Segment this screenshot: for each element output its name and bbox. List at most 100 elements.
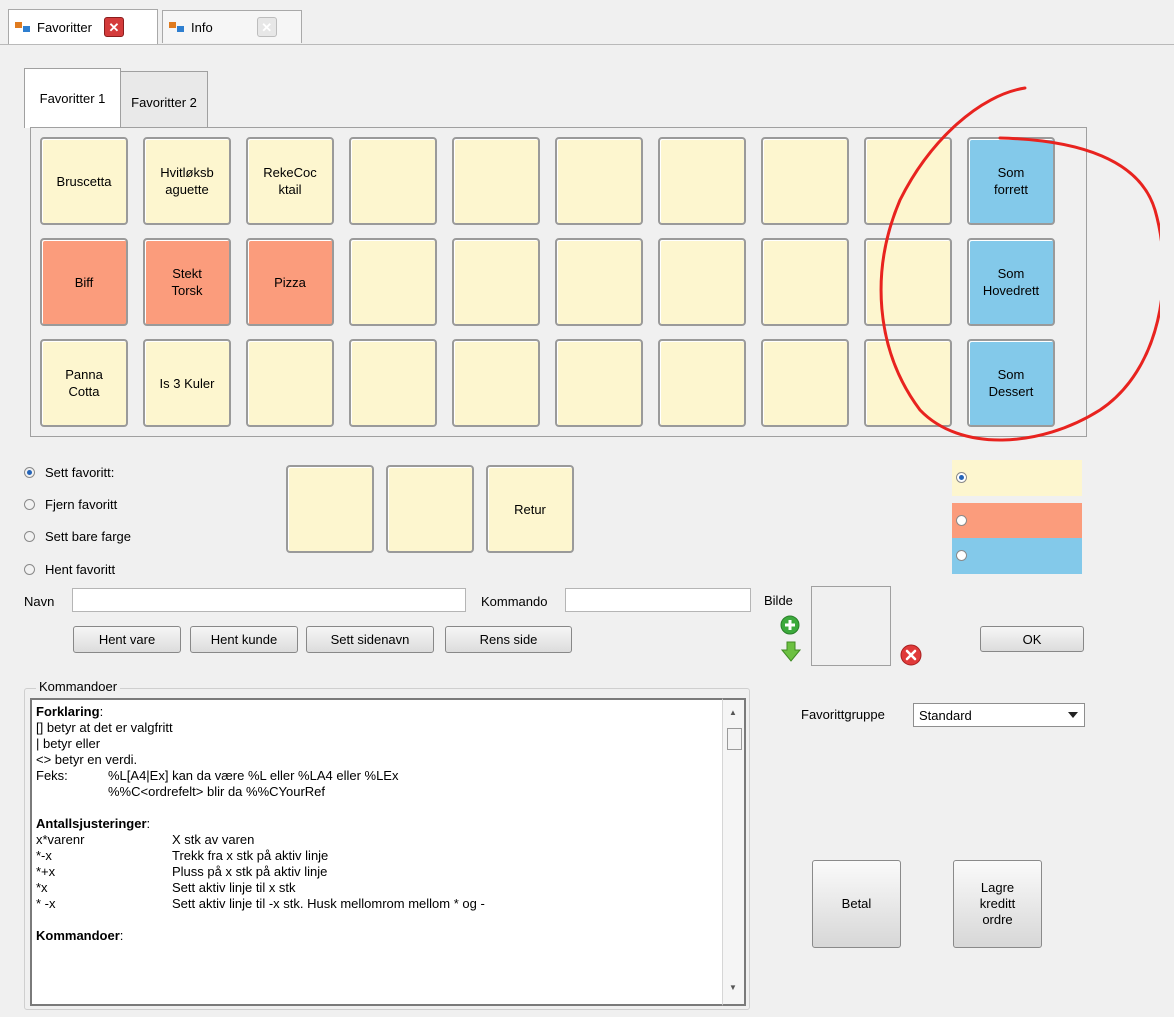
favorite-tile[interactable]: [761, 238, 849, 326]
adjustment-row: * -x Sett aktiv linje til -x stk. Husk me…: [36, 896, 485, 911]
help-line: | betyr eller: [36, 736, 101, 751]
sett-sidenavn-button[interactable]: Sett sidenavn: [306, 626, 434, 653]
color-option-salmon[interactable]: [952, 503, 1082, 539]
favorite-tile[interactable]: [555, 137, 643, 225]
tile-label: Stekt Torsk: [171, 266, 203, 298]
scroll-thumb[interactable]: [727, 728, 742, 750]
tab-favoritter-2[interactable]: Favoritter 2: [120, 71, 208, 127]
scroll-down-icon[interactable]: ▼: [729, 983, 737, 992]
favorite-tile[interactable]: Stekt Torsk: [143, 238, 231, 326]
adjustment-row: x*varenr X stk av varen: [36, 832, 255, 847]
radio-indicator[interactable]: [24, 467, 35, 478]
betal-button[interactable]: Betal: [812, 860, 901, 948]
favorite-tile[interactable]: [452, 238, 540, 326]
favorite-tile[interactable]: Biff: [40, 238, 128, 326]
command-label: Kommando: [481, 594, 548, 609]
favorite-tile[interactable]: [658, 137, 746, 225]
favorite-tile[interactable]: [658, 238, 746, 326]
heading-antallsjusteringer: Antallsjusteringer: [36, 816, 147, 831]
info-window-icon: [169, 20, 185, 34]
radio-indicator[interactable]: [956, 472, 967, 483]
color-option-blue[interactable]: [952, 538, 1082, 574]
radio-sett-favoritt[interactable]: Sett favoritt:: [24, 456, 131, 489]
remove-image-icon[interactable]: [900, 644, 922, 666]
doc-tab-label: Favoritter: [37, 19, 92, 35]
favorite-tile[interactable]: [761, 137, 849, 225]
mode-options: Sett favoritt: Fjern favoritt Sett bare …: [24, 456, 131, 586]
rens-side-button[interactable]: Rens side: [445, 626, 572, 653]
favorite-tile[interactable]: [555, 339, 643, 427]
image-label: Bilde: [764, 593, 793, 608]
preview-tile[interactable]: [286, 465, 374, 553]
favorite-tile[interactable]: [246, 339, 334, 427]
favorite-tile[interactable]: Pizza: [246, 238, 334, 326]
tile-label: Bruscetta: [56, 173, 112, 189]
favorite-tile[interactable]: [761, 339, 849, 427]
radio-indicator[interactable]: [956, 515, 967, 526]
favorite-tile[interactable]: [349, 137, 437, 225]
close-icon[interactable]: ✕: [103, 17, 124, 37]
help-line: <> betyr en verdi.: [36, 752, 138, 767]
radio-label: Sett bare farge: [45, 529, 131, 544]
name-label: Navn: [24, 594, 55, 609]
chevron-down-icon: [1068, 712, 1078, 718]
radio-indicator[interactable]: [24, 531, 35, 542]
example-row: Feks: %L[A4|Ex] kan da være %L eller %LA…: [36, 768, 742, 784]
favorite-tile[interactable]: [349, 238, 437, 326]
scroll-up-icon[interactable]: ▲: [729, 708, 737, 717]
download-arrow-icon[interactable]: [781, 641, 801, 663]
tab-label: Favoritter 1: [39, 91, 106, 106]
radio-sett-bare-farge[interactable]: Sett bare farge: [24, 520, 131, 553]
tab-label: Favoritter 2: [131, 95, 197, 110]
tile-label: Pizza: [274, 274, 306, 290]
heading-kommandoer: Kommandoer: [36, 928, 120, 943]
favorite-tile[interactable]: Panna Cotta: [40, 339, 128, 427]
preview-tile[interactable]: [386, 465, 474, 553]
tab-favoritter-1[interactable]: Favoritter 1: [24, 68, 121, 128]
ok-button[interactable]: OK: [980, 626, 1084, 652]
favorites-window-icon: [15, 20, 31, 34]
close-icon[interactable]: ✕: [256, 17, 277, 37]
color-option-yellow[interactable]: [952, 460, 1082, 496]
radio-indicator[interactable]: [24, 499, 35, 510]
favorite-tile[interactable]: [349, 339, 437, 427]
favorite-tile[interactable]: RekeCoc ktail: [246, 137, 334, 225]
example-text: %L[A4|Ex] kan da være %L eller %LA4 elle…: [108, 768, 399, 783]
radio-label: Sett favoritt:: [45, 465, 115, 480]
help-line: [] betyr at det er valgfritt: [36, 720, 173, 735]
doc-tab-label: Info: [191, 19, 213, 35]
tile-label: RekeCoc ktail: [263, 165, 317, 197]
tile-label: Hvitløksb aguette: [160, 165, 214, 197]
radio-hent-favoritt[interactable]: Hent favoritt: [24, 553, 131, 586]
radio-label: Fjern favoritt: [45, 497, 118, 512]
doc-tab-favoritter[interactable]: Favoritter ✕: [8, 9, 158, 44]
favorite-tile[interactable]: [658, 339, 746, 427]
retur-tile[interactable]: Retur: [486, 465, 574, 553]
example-text: %%C<ordrefelt> blir da %%CYourRef: [108, 784, 326, 799]
favorite-tile[interactable]: Hvitløksb aguette: [143, 137, 231, 225]
favorite-tile[interactable]: Bruscetta: [40, 137, 128, 225]
radio-indicator[interactable]: [24, 564, 35, 575]
favorite-tile[interactable]: Is 3 Kuler: [143, 339, 231, 427]
adjustment-row: *x Sett aktiv linje til x stk: [36, 880, 296, 895]
favorite-tile[interactable]: [555, 238, 643, 326]
lagre-kreditt-ordre-button[interactable]: Lagre kreditt ordre: [953, 860, 1042, 948]
radio-indicator[interactable]: [956, 550, 967, 561]
commands-scrollbar[interactable]: ▲ ▼: [722, 698, 746, 1006]
select-value: Standard: [919, 707, 972, 723]
image-preview-box[interactable]: [811, 586, 891, 666]
radio-fjern-favoritt[interactable]: Fjern favoritt: [24, 489, 131, 520]
add-image-icon[interactable]: [780, 615, 800, 635]
commands-help-text[interactable]: Forklaring: [] betyr at det er valgfritt…: [30, 698, 746, 1006]
heading-forklaring: Forklaring: [36, 704, 100, 719]
retur-label: Retur: [514, 501, 546, 517]
tile-label: Biff: [74, 274, 94, 290]
command-input[interactable]: [565, 588, 751, 612]
favorite-group-select[interactable]: Standard: [913, 703, 1085, 727]
favorite-tile[interactable]: [452, 137, 540, 225]
favorite-tile[interactable]: [452, 339, 540, 427]
hent-kunde-button[interactable]: Hent kunde: [190, 626, 298, 653]
name-input[interactable]: [72, 588, 466, 612]
hent-vare-button[interactable]: Hent vare: [73, 626, 181, 653]
doc-tab-info[interactable]: Info ✕: [162, 10, 302, 43]
